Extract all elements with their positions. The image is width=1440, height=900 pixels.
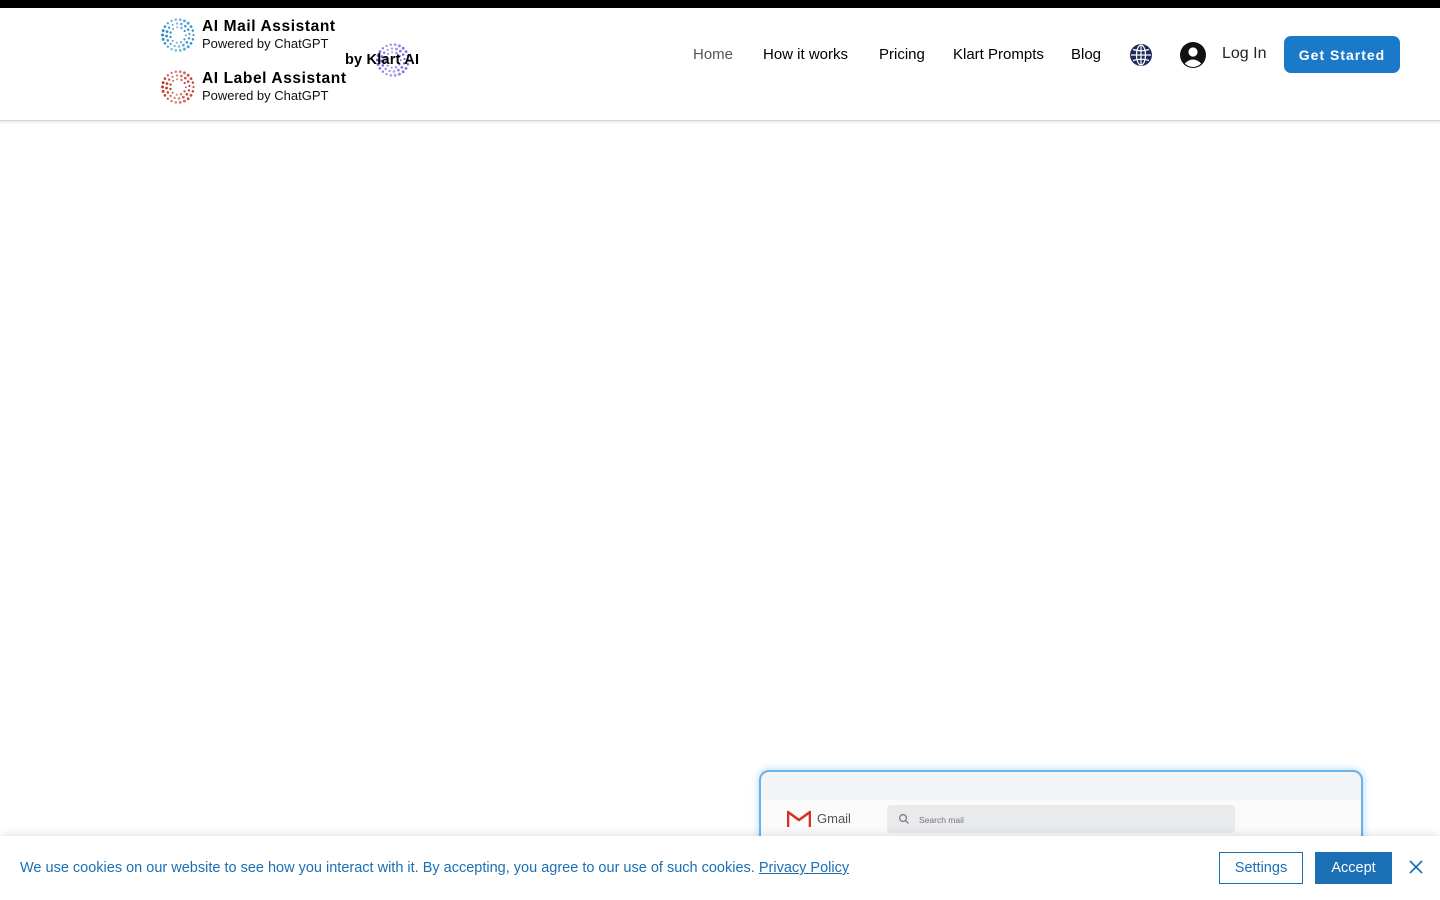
brand-mail-tagline: Powered by ChatGPT [202, 36, 329, 51]
search-icon [898, 813, 909, 824]
nav-blog[interactable]: Blog [1071, 46, 1101, 63]
cookie-message-text: We use cookies on our website to see how… [20, 860, 755, 876]
cookie-accept-button[interactable]: Accept [1315, 852, 1392, 884]
privacy-policy-link[interactable]: Privacy Policy [759, 860, 849, 876]
klart-byline-text: by Klart AI [345, 52, 420, 68]
nav-pricing[interactable]: Pricing [879, 46, 925, 63]
close-icon[interactable] [1408, 859, 1424, 875]
login-link[interactable]: Log In [1222, 45, 1266, 63]
gmail-search-input [917, 809, 1221, 831]
brand-label-assistant[interactable]: AI Label Assistant Powered by ChatGPT [160, 69, 347, 105]
nav-home[interactable]: Home [693, 46, 733, 63]
user-avatar-icon[interactable] [1180, 42, 1206, 68]
brand-label-tagline: Powered by ChatGPT [202, 88, 329, 103]
gmail-wordmark: Gmail [817, 811, 851, 826]
klart-byline[interactable]: by Klart AI [345, 42, 419, 78]
get-started-button[interactable]: Get Started [1284, 36, 1400, 73]
gmail-logo-icon [787, 810, 811, 827]
top-strip [0, 0, 1440, 8]
cookie-banner: We use cookies on our website to see how… [0, 836, 1440, 900]
brand-label-name: AI Label Assistant [202, 70, 347, 87]
label-assistant-logo-icon [161, 70, 195, 104]
nav-klart-prompts[interactable]: Klart Prompts [953, 46, 1044, 63]
brand-mail-name: AI Mail Assistant [202, 18, 336, 35]
cookie-settings-button[interactable]: Settings [1219, 852, 1303, 884]
brand-mail-assistant[interactable]: AI Mail Assistant Powered by ChatGPT [160, 17, 336, 53]
site-header: AI Mail Assistant Powered by ChatGPT AI … [0, 8, 1440, 121]
nav-how-it-works[interactable]: How it works [763, 46, 848, 63]
globe-icon[interactable] [1129, 43, 1153, 67]
gmail-search-box [887, 805, 1235, 833]
cookie-message: We use cookies on our website to see how… [20, 860, 849, 876]
mail-assistant-logo-icon [161, 18, 195, 52]
